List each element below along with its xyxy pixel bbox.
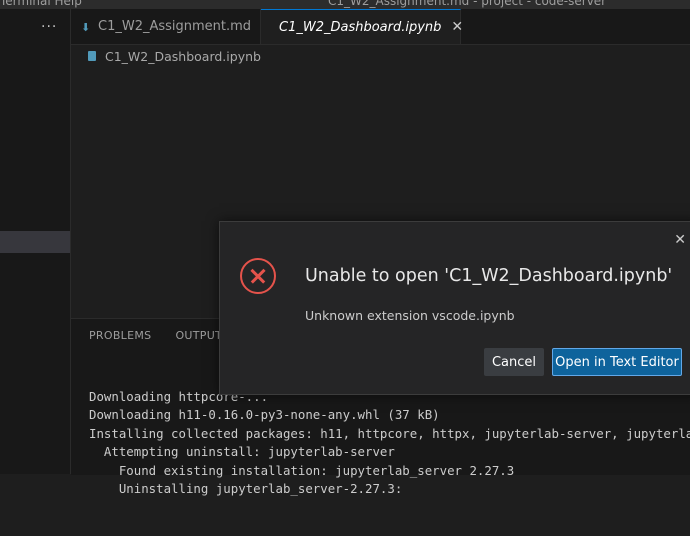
terminal-line: Found existing installation: jupyterlab_… <box>89 462 515 478</box>
title-bar: Terminal Help C1_W2_Assignment.md - proj… <box>0 0 690 9</box>
more-actions-icon[interactable]: ··· <box>41 19 57 35</box>
window-title: C1_W2_Assignment.md - project - code-ser… <box>328 0 607 8</box>
open-in-text-editor-button[interactable]: Open in Text Editor <box>552 348 682 376</box>
terminal-line: Downloading h11-0.16.0-py3-none-any.whl … <box>89 407 440 422</box>
editor-tab-bar: ⬇ C1_W2_Assignment.md C1_W2_Dashboard.ip… <box>71 9 690 45</box>
side-bar: ··· <box>0 9 71 474</box>
tab-output[interactable]: OUTPUT <box>175 329 222 342</box>
tab-label: C1_W2_Dashboard.ipynb <box>279 19 442 35</box>
terminal-line: Installing collected packages: h11, http… <box>89 425 690 441</box>
breadcrumb-label[interactable]: C1_W2_Dashboard.ipynb <box>105 49 261 64</box>
panel-tabs: PROBLEMS OUTPUT <box>89 329 222 342</box>
terminal-line: Attempting uninstall: jupyterlab-server <box>89 444 395 459</box>
tab-label: C1_W2_Assignment.md <box>98 19 252 34</box>
cancel-button[interactable]: Cancel <box>484 348 544 376</box>
error-dialog: ✕ Unable to open 'C1_W2_Dashboard.ipynb'… <box>219 221 690 395</box>
dialog-title: Unable to open 'C1_W2_Dashboard.ipynb' <box>305 266 673 286</box>
menu-bar[interactable]: Terminal Help <box>0 0 82 8</box>
notebook-file-icon <box>88 51 96 61</box>
markdown-file-icon: ⬇ <box>81 21 91 34</box>
dialog-detail: Unknown extension vscode.ipynb <box>305 308 515 323</box>
terminal-line: Uninstalling jupyterlab_server-2.27.3: <box>89 481 403 496</box>
tab-problems[interactable]: PROBLEMS <box>89 329 151 342</box>
breadcrumb[interactable]: C1_W2_Dashboard.ipynb <box>88 47 261 65</box>
close-dialog-icon[interactable]: ✕ <box>674 232 686 248</box>
tab-assignment-md[interactable]: ⬇ C1_W2_Assignment.md <box>71 9 261 44</box>
selected-sidebar-row[interactable] <box>0 231 70 253</box>
close-tab-icon[interactable]: ✕ <box>451 19 463 35</box>
error-icon <box>240 258 276 294</box>
tab-dashboard-ipynb[interactable]: C1_W2_Dashboard.ipynb ✕ <box>261 9 463 44</box>
